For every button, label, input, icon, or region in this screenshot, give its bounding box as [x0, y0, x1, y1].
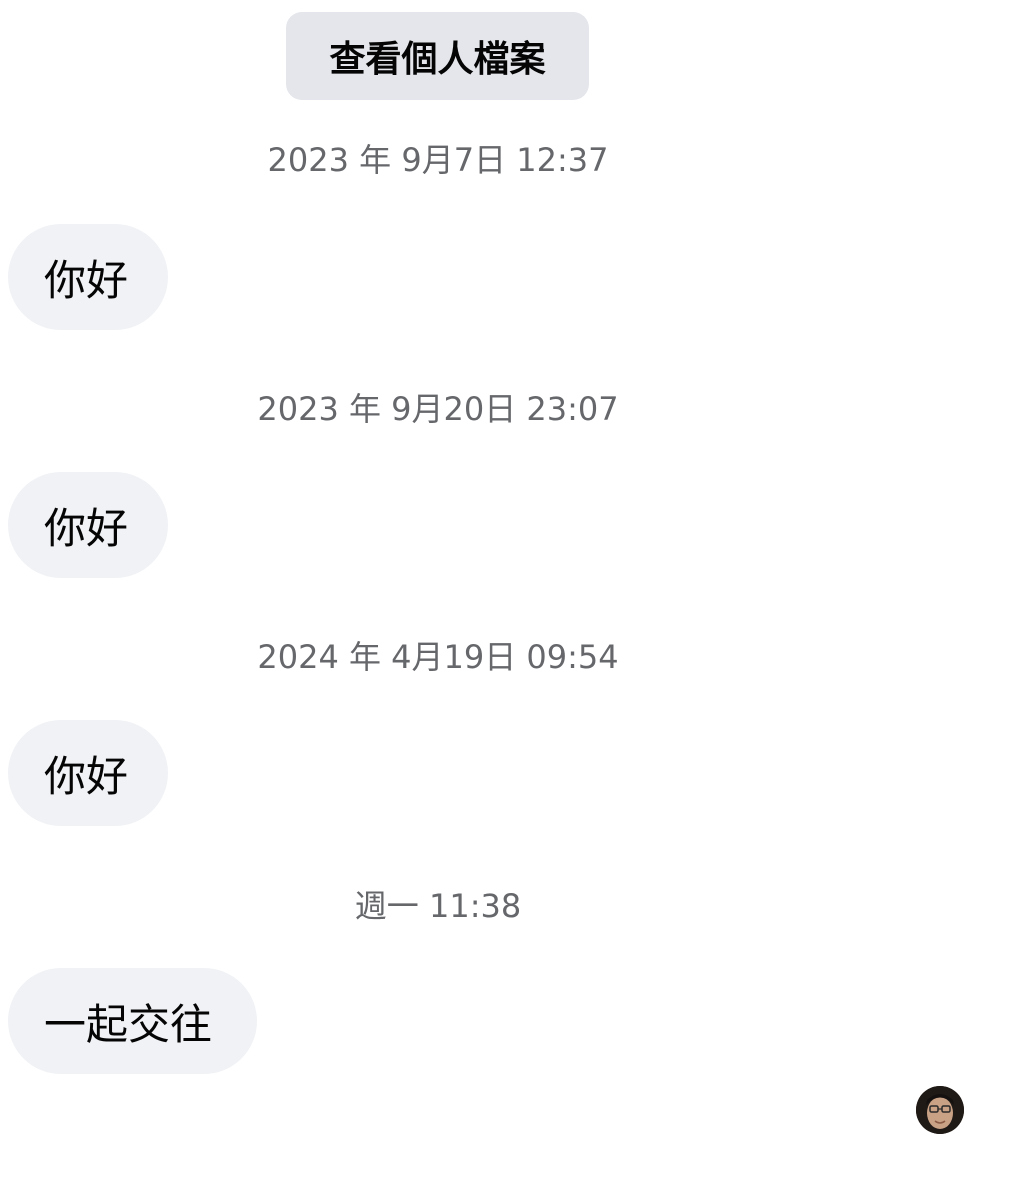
message-bubble[interactable]: 你好	[8, 472, 168, 578]
view-profile-button[interactable]: 查看個人檔案	[286, 12, 589, 100]
user-avatar-icon	[916, 1086, 964, 1134]
message-timestamp: 2023 年 9月7日 12:37	[267, 141, 609, 179]
seen-avatar-icon	[916, 1086, 964, 1134]
message-bubble[interactable]: 一起交往	[8, 968, 257, 1074]
message-timestamp: 2024 年 4月19日 09:54	[257, 638, 619, 676]
message-bubble[interactable]: 你好	[8, 720, 168, 826]
message-timestamp: 2023 年 9月20日 23:07	[257, 390, 619, 428]
message-bubble[interactable]: 你好	[8, 224, 168, 330]
message-timestamp: 週一 11:38	[354, 887, 522, 925]
